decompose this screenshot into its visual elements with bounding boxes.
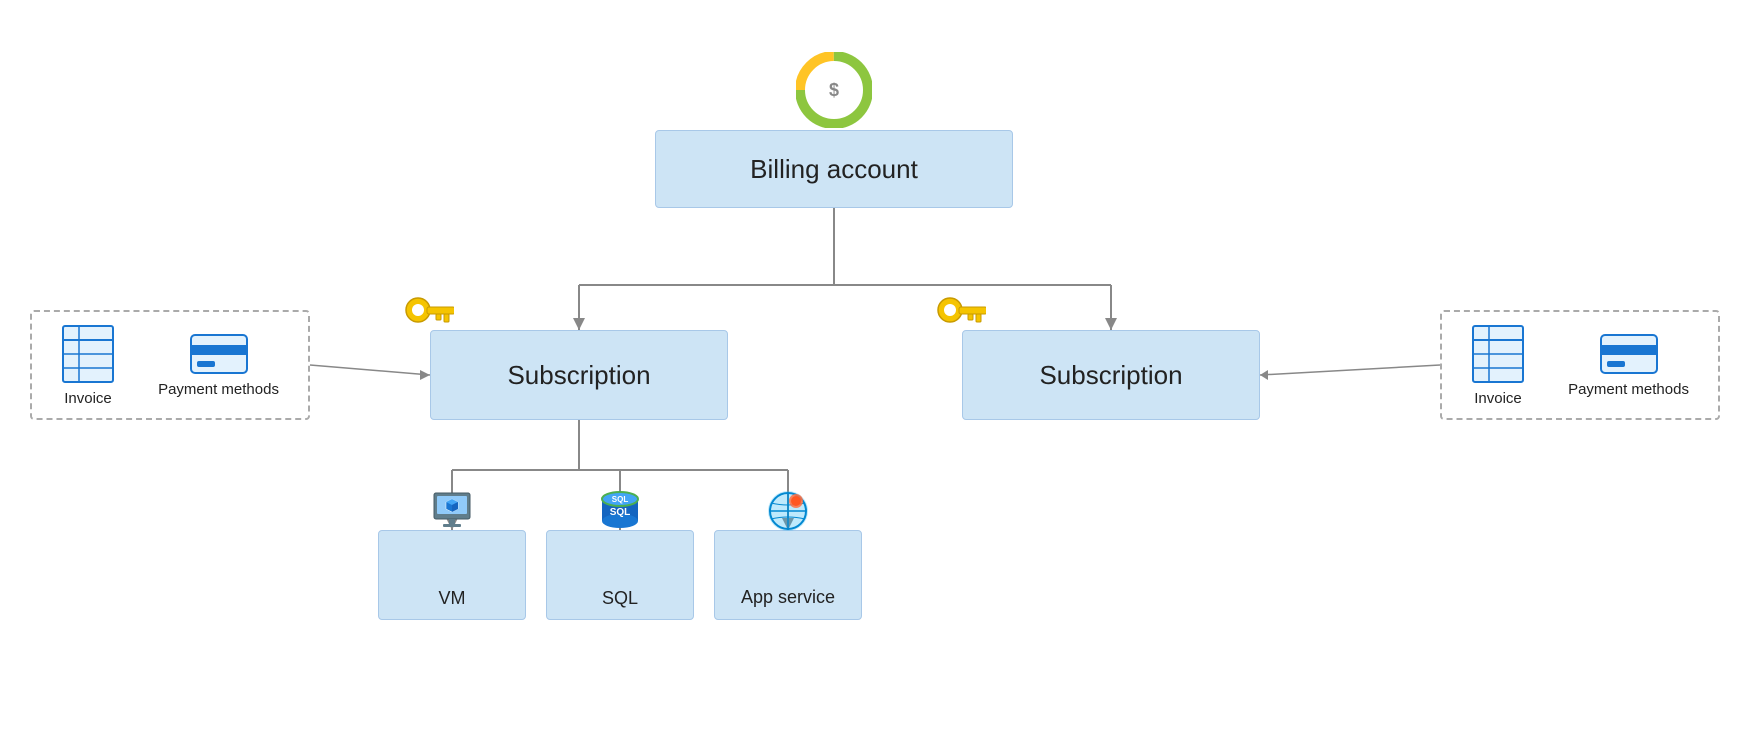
sql-label: SQL bbox=[602, 588, 638, 609]
sql-icon: SQL SQL bbox=[595, 489, 645, 533]
billing-account-box: Billing account bbox=[655, 130, 1013, 208]
left-payment-item: Payment methods bbox=[158, 333, 279, 398]
svg-text:SQL: SQL bbox=[612, 495, 629, 504]
left-invoice-icon bbox=[61, 324, 115, 384]
vm-resource-box: VM bbox=[378, 530, 526, 620]
svg-text:$: $ bbox=[829, 80, 839, 100]
svg-text:SQL: SQL bbox=[610, 507, 631, 518]
diagram-container: $ Billing account Subscription Subsc bbox=[0, 0, 1758, 741]
left-invoice-item: Invoice bbox=[61, 324, 115, 407]
right-payment-panel: Invoice Payment methods bbox=[1440, 310, 1720, 420]
right-payment-item: Payment methods bbox=[1568, 333, 1689, 398]
vm-label: VM bbox=[439, 588, 466, 609]
left-payment-panel: Invoice Payment methods bbox=[30, 310, 310, 420]
right-payment-icon bbox=[1599, 333, 1659, 375]
left-payment-icon bbox=[189, 333, 249, 375]
billing-account-label: Billing account bbox=[750, 154, 918, 185]
right-payment-label: Payment methods bbox=[1568, 381, 1689, 398]
subscription-left-label: Subscription bbox=[507, 360, 650, 391]
left-payment-label: Payment methods bbox=[158, 381, 279, 398]
billing-donut-icon: $ bbox=[796, 52, 872, 128]
left-invoice-label: Invoice bbox=[64, 390, 112, 407]
appservice-label: App service bbox=[741, 587, 835, 609]
appservice-resource-box: App service bbox=[714, 530, 862, 620]
right-invoice-label: Invoice bbox=[1474, 390, 1522, 407]
subscription-right-box: Subscription bbox=[962, 330, 1260, 420]
subscription-right-label: Subscription bbox=[1039, 360, 1182, 391]
right-invoice-item: Invoice bbox=[1471, 324, 1525, 407]
subscription-left-box: Subscription bbox=[430, 330, 728, 420]
appservice-icon bbox=[763, 489, 813, 533]
right-invoice-icon bbox=[1471, 324, 1525, 384]
vm-icon bbox=[430, 491, 474, 529]
sql-resource-box: SQL SQL SQL bbox=[546, 530, 694, 620]
